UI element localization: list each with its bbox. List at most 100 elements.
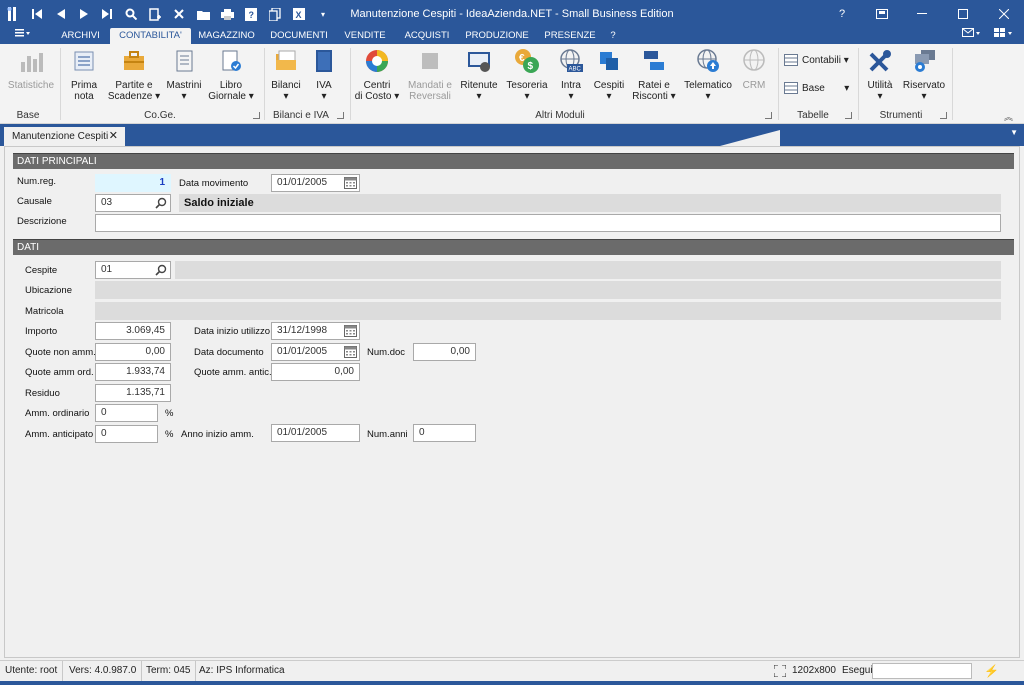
- mastrini-button[interactable]: Mastrini ▾: [164, 48, 204, 102]
- quote-amm-ord-field[interactable]: 1.933,74: [95, 363, 171, 381]
- dialog-launcher-icon[interactable]: [253, 112, 260, 119]
- menu-produzione[interactable]: PRODUZIONE: [463, 28, 531, 44]
- num-anni-field[interactable]: 0: [413, 424, 476, 442]
- print-icon[interactable]: [218, 5, 236, 23]
- data-movimento-field[interactable]: 01/01/2005: [271, 174, 360, 192]
- importo-field[interactable]: 3.069,45: [95, 322, 171, 340]
- menu-help[interactable]: ?: [605, 28, 621, 44]
- cespite-field[interactable]: 01: [95, 261, 171, 279]
- close-tab-icon[interactable]: ✕: [109, 127, 118, 146]
- cespiti-button[interactable]: Cespiti ▾: [590, 48, 628, 102]
- num-doc-field[interactable]: 0,00: [413, 343, 476, 361]
- calendar-icon[interactable]: [344, 177, 357, 189]
- riservato-button[interactable]: Riservato ▾: [900, 48, 948, 102]
- app-logo-icon[interactable]: [4, 5, 22, 23]
- lightning-icon[interactable]: ⚡: [984, 661, 999, 681]
- menu-vendite[interactable]: VENDITE: [340, 28, 390, 44]
- crm-button[interactable]: CRM: [736, 48, 772, 91]
- dialog-launcher-icon[interactable]: [940, 112, 947, 119]
- prima-nota-button[interactable]: Prima nota: [64, 48, 104, 102]
- ubicazione-field: [95, 281, 1001, 299]
- data-inizio-utilizzo-field[interactable]: 31/12/1998: [271, 322, 360, 340]
- statistiche-button[interactable]: Statistiche: [6, 48, 56, 91]
- help-icon[interactable]: ?: [242, 5, 260, 23]
- num-reg-field[interactable]: 1: [95, 174, 171, 192]
- menu-presenze[interactable]: PRESENZE: [541, 28, 599, 44]
- collapse-ribbon-icon[interactable]: ︽: [1004, 110, 1013, 123]
- first-record-icon[interactable]: [28, 5, 46, 23]
- new-record-icon[interactable]: [146, 5, 164, 23]
- title-bar: ? X ▾ Manutenzione Cespiti - IdeaAzienda…: [0, 0, 1024, 28]
- esegui-input[interactable]: [872, 663, 972, 679]
- amm-anticipato-field[interactable]: 0: [95, 425, 158, 443]
- descrizione-field[interactable]: [95, 214, 1001, 232]
- folder-icon[interactable]: [194, 5, 212, 23]
- utilita-button[interactable]: Utilità ▾: [862, 48, 898, 102]
- quote-amm-antic-field[interactable]: 0,00: [271, 363, 360, 381]
- windows-icon[interactable]: [990, 28, 1016, 44]
- close-button[interactable]: [984, 0, 1024, 28]
- anno-inizio-amm-field[interactable]: 01/01/2005: [271, 424, 360, 442]
- search-icon[interactable]: [122, 5, 140, 23]
- ritenute-button[interactable]: Ritenute ▾: [458, 48, 500, 102]
- screen-icon: [468, 52, 490, 72]
- data-documento-field[interactable]: 01/01/2005: [271, 343, 360, 361]
- cespite-value: 01: [101, 264, 113, 275]
- menu-documenti[interactable]: DOCUMENTI: [267, 28, 331, 44]
- centri-label-2: di Costo: [354, 91, 392, 102]
- tab-list-dropdown-icon[interactable]: ▼: [1010, 128, 1018, 137]
- calendar-icon[interactable]: [344, 325, 357, 337]
- help-button[interactable]: ?: [822, 0, 862, 28]
- folders-icon: [276, 50, 296, 70]
- quote-non-amm-label: Quote non amm.: [25, 347, 96, 358]
- residuo-field[interactable]: 1.135,71: [95, 384, 171, 402]
- excel-icon[interactable]: X: [290, 5, 308, 23]
- last-record-icon[interactable]: [98, 5, 116, 23]
- mail-icon[interactable]: [958, 28, 984, 44]
- base-dropdown[interactable]: Base ▾: [784, 82, 854, 94]
- calendar-icon[interactable]: [344, 346, 357, 358]
- centri-di-costo-button[interactable]: Centri di Costo ▾: [354, 48, 400, 102]
- group-label-strumenti: Strumenti: [879, 110, 923, 121]
- esegui-label: Esegui: [842, 665, 873, 676]
- next-record-icon[interactable]: [75, 5, 93, 23]
- dialog-launcher-icon[interactable]: [337, 112, 344, 119]
- menu-magazzino[interactable]: MAGAZZINO: [195, 28, 258, 44]
- cespiti-label: Cespiti: [593, 80, 625, 91]
- previous-record-icon[interactable]: [52, 5, 70, 23]
- dialog-launcher-icon[interactable]: [845, 112, 852, 119]
- base-label: Base: [802, 82, 825, 94]
- partite-scadenze-button[interactable]: Partite e Scadenze ▾: [106, 48, 162, 102]
- telematico-button[interactable]: Telematico ▾: [682, 48, 734, 102]
- currency-icon: €$: [515, 49, 539, 73]
- ritenute-label: Ritenute: [460, 80, 498, 91]
- tab-manutenzione-cespiti[interactable]: Manutenzione Cespiti ✕: [4, 127, 125, 146]
- ratei-risconti-button[interactable]: Ratei e Risconti ▾: [630, 48, 678, 102]
- causale-field[interactable]: 03: [95, 194, 171, 212]
- contabili-dropdown[interactable]: Contabili ▾: [784, 54, 854, 66]
- restore-layout-icon[interactable]: [862, 0, 902, 28]
- lookup-search-icon[interactable]: [155, 264, 167, 276]
- menu-acquisti[interactable]: ACQUISTI: [398, 28, 456, 44]
- menu-contabilita[interactable]: CONTABILITA': [110, 28, 191, 44]
- centri-label-1: Centri: [363, 80, 391, 91]
- app-menu-icon[interactable]: [10, 28, 34, 44]
- menu-bar: ARCHIVI CONTABILITA' MAGAZZINO DOCUMENTI…: [0, 28, 1024, 44]
- delete-icon[interactable]: [170, 5, 188, 23]
- mandati-reversali-button[interactable]: Mandati e Reversali: [404, 48, 456, 102]
- iva-button[interactable]: IVA ▾: [306, 48, 342, 102]
- customize-toolbar-icon[interactable]: ▾: [314, 5, 332, 23]
- quote-non-amm-field[interactable]: 0,00: [95, 343, 171, 361]
- fullscreen-icon[interactable]: [773, 664, 787, 685]
- amm-ordinario-field[interactable]: 0: [95, 404, 158, 422]
- dialog-launcher-icon[interactable]: [765, 112, 772, 119]
- minimize-button[interactable]: [902, 0, 942, 28]
- bilanci-button[interactable]: Bilanci ▾: [268, 48, 304, 102]
- menu-archivi[interactable]: ARCHIVI: [55, 28, 106, 44]
- copy-icon[interactable]: [266, 5, 284, 23]
- lookup-search-icon[interactable]: [155, 197, 167, 209]
- intra-button[interactable]: ABC Intra ▾: [554, 48, 588, 102]
- maximize-button[interactable]: [943, 0, 983, 28]
- libro-giornale-button[interactable]: Libro Giornale ▾: [206, 48, 256, 102]
- tesoreria-button[interactable]: € $ Tesoreria ▾: [502, 48, 552, 102]
